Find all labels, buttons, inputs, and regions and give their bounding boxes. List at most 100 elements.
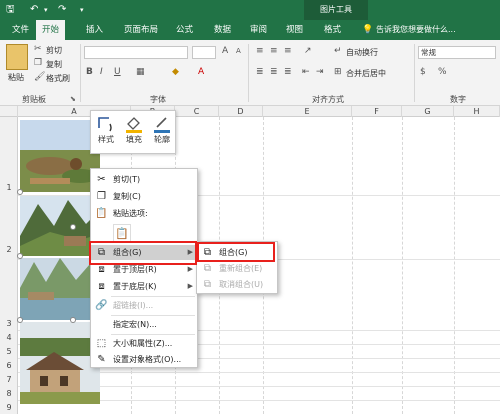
shrink-font-icon[interactable]: A [236,47,241,55]
ungroup-icon: ⧉ [203,279,212,290]
selection-handle[interactable] [17,253,23,259]
percent-icon[interactable]: % [438,67,447,77]
font-color-icon[interactable]: A [198,67,204,77]
row-header-5[interactable]: 5 [0,347,18,356]
selection-handle[interactable] [17,317,23,323]
selection-handle[interactable] [70,317,76,323]
selection-handle[interactable] [17,189,23,195]
clipboard-icon: 📋 [95,208,108,219]
submenu-item-ungroup[interactable]: ⧉ 取消组合(U) [197,277,277,292]
row-header-8[interactable]: 8 [0,389,18,398]
column-header-g[interactable]: G [402,106,454,117]
underline-icon[interactable]: U [114,67,121,77]
tab-data[interactable]: 数据 [208,20,237,40]
column-header-e[interactable]: E [263,106,352,117]
fill-label: 填充 [126,135,142,144]
align-bottom-icon[interactable]: ≡ [284,46,292,56]
paste-picture-icon[interactable]: 📋 [113,224,131,242]
font-size-combo[interactable] [192,46,216,59]
paste-icon[interactable] [6,44,28,70]
number-format-combo[interactable]: 常规 [418,46,496,59]
wrap-text-button[interactable]: 自动换行 [346,47,378,58]
redo-icon[interactable]: ↷ [58,0,66,20]
copy-button[interactable]: 复制 [46,59,62,70]
bold-icon[interactable]: B [86,67,93,77]
align-center-icon[interactable]: ≣ [270,67,278,77]
paint-bucket-icon [126,117,142,133]
tab-home[interactable]: 开始 [36,20,66,40]
tab-format[interactable]: 格式 [318,20,347,40]
menu-item-copy[interactable]: ❐ 复制(C) [91,189,197,204]
hyperlink-icon: 🔗 [95,300,108,311]
tab-review[interactable]: 审阅 [244,20,273,40]
landscape-photo-1[interactable] [20,120,100,192]
rotate-handle[interactable] [70,224,76,230]
menu-item-assign-macro[interactable]: 指定宏(N)... [91,317,197,332]
row-header-6[interactable]: 6 [0,361,18,370]
decrease-indent-icon[interactable]: ⇤ [302,67,310,77]
tab-formulas[interactable]: 公式 [170,20,199,40]
column-header-h[interactable]: H [454,106,500,117]
save-icon[interactable]: 🖫 [6,0,15,20]
align-left-icon[interactable]: ≣ [256,67,264,77]
fill-color-icon[interactable]: ◆ [172,67,179,77]
copy-icon: ❐ [97,191,106,202]
grow-font-icon[interactable]: A [222,46,228,56]
paste-button[interactable]: 粘贴 [8,72,24,83]
submenu-arrow-icon: ▶ [187,282,193,290]
menu-item-hyperlink[interactable]: 🔗 超链接(I)... [91,298,197,313]
style-label: 样式 [98,135,114,144]
merge-center-button[interactable]: 合并后居中 [346,68,386,79]
row-header-4[interactable]: 4 [0,333,18,342]
ribbon-tabs: 文件 开始 插入 页面布局 公式 数据 审阅 视图 格式 💡 告诉我您想要做什么… [0,20,500,40]
font-name-combo[interactable] [84,46,188,59]
column-header-d[interactable]: D [219,106,263,117]
submenu-item-regroup[interactable]: ⧉ 重新组合(E) [197,261,277,276]
fill-button[interactable]: 填充 [121,114,147,145]
landscape-photo-4[interactable] [20,322,100,404]
tab-view[interactable]: 视图 [280,20,309,40]
italic-icon[interactable]: I [100,67,103,77]
tab-page-layout[interactable]: 页面布局 [118,20,164,40]
currency-icon[interactable]: $ [420,67,426,77]
column-header-c[interactable]: C [175,106,219,117]
outline-button[interactable]: 轮廓 [149,114,175,145]
align-right-icon[interactable]: ≣ [284,67,292,77]
row-header-3[interactable]: 3 [0,319,18,328]
menu-item-cut[interactable]: ✂ 剪切(T) [91,172,197,187]
align-middle-icon[interactable]: ≡ [270,46,278,56]
tell-me-box[interactable]: 告诉我您想要做什么... [376,20,456,40]
row-header-9[interactable]: 9 [0,403,18,412]
row-header-7[interactable]: 7 [0,375,18,384]
undo-dropdown-icon[interactable]: ▾ [44,0,48,20]
row-header-1[interactable]: 1 [0,183,18,192]
send-back-icon: ⧈ [98,281,105,292]
align-top-icon[interactable]: ≡ [256,46,264,56]
group-separator [414,44,415,102]
border-icon[interactable]: ▦ [136,67,145,77]
landscape-photo-3[interactable] [20,258,100,320]
cut-button[interactable]: 剪切 [46,45,62,56]
menu-item-format-object[interactable]: ✎ 设置对象格式(O)... [91,352,197,367]
menu-item-size-properties[interactable]: ⬚ 大小和属性(Z)... [91,336,197,351]
tab-insert[interactable]: 插入 [80,20,109,40]
customize-qat-icon[interactable]: ▾ [80,0,84,20]
regroup-icon: ⧉ [203,263,212,274]
style-button[interactable]: 样式 [93,114,119,145]
context-menu: ✂ 剪切(T) ❐ 复制(C) 📋 粘贴选项: 📋 ⧉ 组合(G) ▶ ⧈ 置于… [90,168,198,368]
select-all-corner[interactable] [0,106,18,117]
size-properties-icon: ⬚ [96,338,107,349]
increase-indent-icon[interactable]: ⇥ [316,67,324,77]
row-header-2[interactable]: 2 [0,245,18,254]
orientation-icon[interactable]: ↗ [304,46,312,56]
pen-outline-icon [154,117,170,133]
highlight-box-group [89,241,197,265]
undo-icon[interactable]: ↶ [30,0,38,20]
dialog-launcher-icon[interactable]: ⬊ [70,95,76,103]
landscape-photo-2[interactable] [20,196,100,256]
column-header-f[interactable]: F [352,106,402,117]
number-group-label: 数字 [450,95,466,104]
tab-file[interactable]: 文件 [6,20,35,40]
menu-item-send-back[interactable]: ⧈ 置于底层(K) ▶ [91,279,197,294]
format-painter-button[interactable]: 格式刷 [46,73,70,84]
